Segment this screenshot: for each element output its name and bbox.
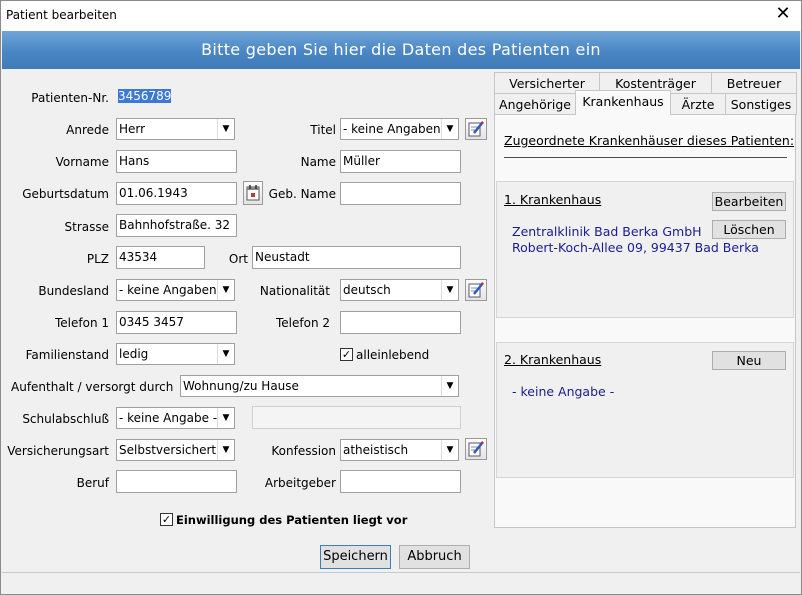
- name-label: Name: [300, 155, 336, 169]
- nationalitaet-label: Nationalität: [259, 284, 330, 298]
- strasse-input[interactable]: Bahnhofstraße. 32: [116, 214, 237, 237]
- nationalitaet-edit-button[interactable]: [465, 279, 487, 301]
- alleinlebend-label: alleinlebend: [356, 348, 430, 362]
- krankenhaus-1-name: Zentralklinik Bad Berka GmbH: [512, 224, 702, 239]
- chevron-down-icon[interactable]: ▼: [441, 440, 458, 460]
- header-banner: Bitte geben Sie hier die Daten des Patie…: [2, 31, 800, 69]
- close-icon[interactable]: ✕: [773, 4, 793, 24]
- telefon1-label: Telefon 1: [54, 316, 109, 330]
- patient-nr-label: Patienten-Nr.: [31, 91, 109, 105]
- nationalitaet-select[interactable]: deutsch ▼: [340, 279, 459, 301]
- chevron-down-icon[interactable]: ▼: [217, 408, 234, 428]
- anrede-select[interactable]: Herr ▼: [116, 118, 235, 140]
- geburtsdatum-input[interactable]: 01.06.1943: [116, 182, 237, 205]
- konfession-label: Konfession: [271, 444, 336, 458]
- plz-label: PLZ: [86, 252, 109, 266]
- arbeitgeber-input[interactable]: [340, 470, 461, 493]
- geburtsdatum-label: Geburtsdatum: [22, 187, 109, 201]
- arbeitgeber-label: Arbeitgeber: [264, 476, 336, 490]
- familienstand-select[interactable]: ledig ▼: [116, 343, 235, 365]
- chevron-down-icon[interactable]: ▼: [441, 119, 458, 139]
- telefon1-input[interactable]: 0345 3457: [116, 311, 237, 334]
- krankenhaus-2-title: 2. Krankenhaus: [504, 352, 602, 367]
- edit-button[interactable]: Bearbeiten: [712, 192, 786, 211]
- schulabschluss-extra-field: [252, 406, 461, 429]
- anrede-label: Anrede: [66, 123, 109, 137]
- bundesland-label: Bundesland: [38, 284, 109, 298]
- edit-pencil-icon: [468, 121, 484, 137]
- krankenhaus-heading: Zugeordnete Krankenhäuser dieses Patient…: [504, 133, 795, 148]
- new-button[interactable]: Neu: [712, 351, 786, 370]
- krankenhaus-2-empty: - keine Angabe -: [512, 384, 615, 399]
- title-bar: Patient bearbeiten ✕: [1, 1, 801, 31]
- patient-edit-dialog: Patient bearbeiten ✕ Bitte geben Sie hie…: [0, 0, 802, 595]
- schulabschluss-select[interactable]: - keine Angabe - ▼: [116, 407, 235, 429]
- tab-sonstiges[interactable]: Sonstiges: [725, 93, 797, 115]
- bundesland-select[interactable]: - keine Angaben - ▼: [116, 279, 235, 301]
- tab-betreuer[interactable]: Betreuer: [711, 72, 797, 94]
- versicherungsart-label: Versicherungsart: [7, 444, 109, 458]
- calendar-icon: [246, 185, 260, 201]
- tab-aerzte[interactable]: Ärzte: [670, 93, 726, 115]
- cancel-button[interactable]: Abbruch: [399, 545, 470, 569]
- einwilligung-checkbox[interactable]: ✓: [160, 513, 173, 526]
- tab-krankenhaus[interactable]: Krankenhaus: [575, 90, 671, 115]
- krankenhaus-1-address: Robert-Koch-Allee 09, 99437 Bad Berka: [512, 240, 759, 255]
- versicherungsart-select[interactable]: Selbstversichert ▼: [116, 439, 235, 461]
- konfession-select[interactable]: atheistisch ▼: [340, 439, 459, 461]
- strasse-label: Strasse: [64, 220, 110, 234]
- titel-label: Titel: [310, 123, 336, 137]
- chevron-down-icon[interactable]: ▼: [217, 440, 234, 460]
- tab-angehoerige[interactable]: Angehörige: [494, 93, 576, 115]
- geb-name-label: Geb. Name: [268, 187, 336, 201]
- titel-select[interactable]: - keine Angaben - ▼: [340, 118, 459, 140]
- chevron-down-icon[interactable]: ▼: [441, 376, 458, 396]
- schulabschluss-label: Schulabschluß: [22, 412, 109, 426]
- titel-edit-button[interactable]: [465, 118, 487, 140]
- ort-input[interactable]: Neustadt: [252, 246, 461, 269]
- aufenthalt-label: Aufenthalt / versorgt durch: [11, 380, 174, 394]
- status-bar: [2, 572, 800, 594]
- krankenhaus-1-title: 1. Krankenhaus: [504, 192, 602, 207]
- window-title: Patient bearbeiten: [6, 8, 117, 22]
- chevron-down-icon[interactable]: ▼: [217, 119, 234, 139]
- calendar-button[interactable]: [243, 181, 263, 205]
- patient-nr-field[interactable]: 3456789: [116, 86, 174, 109]
- edit-pencil-icon: [468, 282, 484, 298]
- delete-button[interactable]: Löschen: [712, 220, 786, 239]
- chevron-down-icon[interactable]: ▼: [217, 280, 234, 300]
- heading-divider: [504, 157, 787, 158]
- konfession-edit-button[interactable]: [465, 438, 487, 460]
- aufenthalt-select[interactable]: Wohnung/zu Hause ▼: [180, 375, 459, 397]
- ort-label: Ort: [228, 252, 248, 266]
- telefon2-label: Telefon 2: [275, 316, 330, 330]
- alleinlebend-checkbox[interactable]: ✓: [340, 348, 353, 361]
- telefon2-input[interactable]: [340, 311, 461, 334]
- edit-pencil-icon: [468, 441, 484, 457]
- chevron-down-icon[interactable]: ▼: [441, 280, 458, 300]
- save-button[interactable]: Speichern: [320, 545, 391, 569]
- familienstand-label: Familienstand: [25, 348, 109, 362]
- plz-input[interactable]: 43534: [116, 246, 205, 269]
- vorname-input[interactable]: Hans: [116, 150, 237, 173]
- beruf-label: Beruf: [76, 476, 109, 490]
- name-input[interactable]: Müller: [340, 150, 461, 173]
- vorname-label: Vorname: [55, 155, 109, 169]
- chevron-down-icon[interactable]: ▼: [217, 344, 234, 364]
- einwilligung-label: Einwilligung des Patienten liegt vor: [176, 513, 408, 527]
- geb-name-input[interactable]: [340, 182, 461, 205]
- beruf-input[interactable]: [116, 470, 237, 493]
